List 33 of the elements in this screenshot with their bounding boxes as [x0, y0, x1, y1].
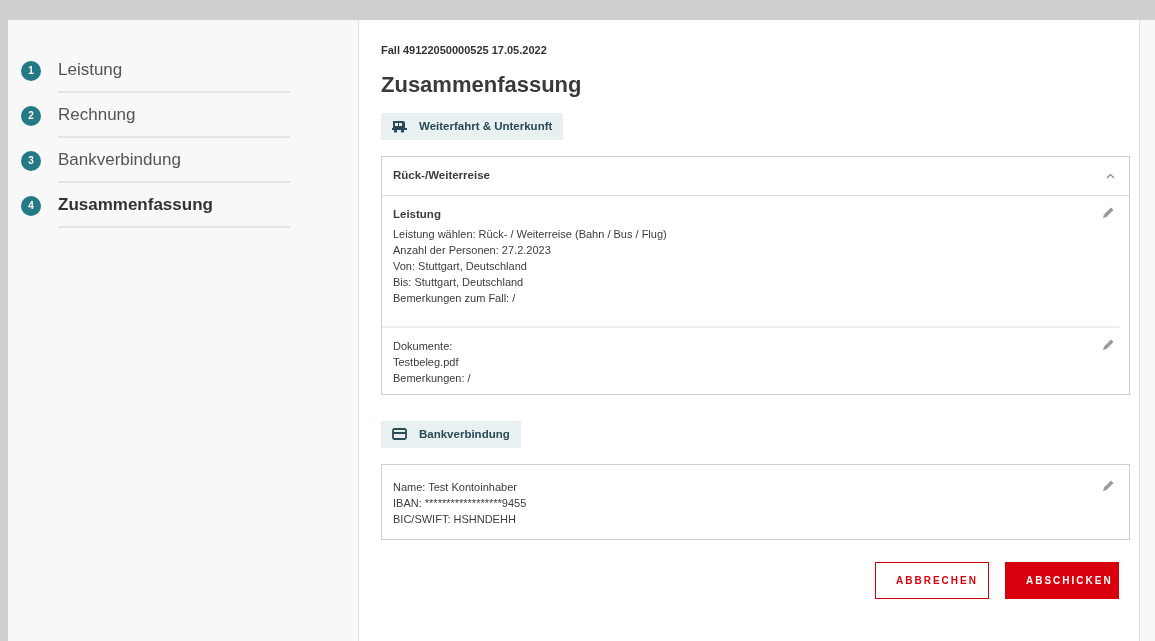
cancel-button[interactable]: ABBRECHEN [875, 561, 989, 599]
edit-icon[interactable] [1102, 478, 1115, 492]
step-number: 4 [21, 195, 41, 216]
section-tag-label: Bankverbindung [419, 426, 510, 442]
step-number: 1 [21, 60, 41, 81]
section-tag-label: Weiterfahrt & Unterkunft [419, 118, 553, 134]
detail-line: BIC/SWIFT: HSHNDEHH [393, 511, 517, 527]
step-link[interactable]: Leistung [58, 48, 290, 93]
step-link[interactable]: Rechnung [58, 93, 290, 138]
detail-line: Dokumente: [393, 338, 454, 354]
submit-button[interactable]: ABSCHICKEN [1005, 561, 1119, 599]
detail-line: Testbeleg.pdf [393, 354, 460, 370]
edit-icon[interactable] [1102, 205, 1115, 219]
detail-line: Bemerkungen zum Fall: / [393, 290, 517, 306]
edit-icon[interactable] [1102, 337, 1115, 351]
step-link[interactable]: Bankverbindung [58, 138, 290, 183]
credit-card-icon [392, 428, 407, 441]
detail-line: Name: Test Kontoinhaber [393, 479, 518, 495]
block-heading: Leistung [393, 206, 442, 222]
detail-line: Bis: Stuttgart, Deutschland [393, 274, 525, 290]
step-link[interactable]: Zusammenfassung [58, 183, 290, 228]
case-info: Fall 49122050000525 17.05.2022 [381, 43, 548, 58]
chevron-up-icon[interactable] [1106, 172, 1115, 179]
detail-line: IBAN: ******************9455 [393, 495, 527, 511]
step-number: 3 [21, 150, 41, 171]
page-title: Zusammenfassung [381, 71, 583, 98]
step-number: 2 [21, 105, 41, 126]
card-title: Rück-/Weiterreise [393, 168, 490, 184]
detail-line: Anzahl der Personen: 27.2.2023 [393, 242, 552, 258]
detail-line: Bemerkungen: / [393, 370, 471, 386]
bus-icon [392, 119, 407, 133]
detail-line: Von: Stuttgart, Deutschland [393, 258, 528, 274]
detail-line: Leistung wählen: Rück- / Weiterreise (Bahn / Bus / Flug) [393, 226, 667, 242]
